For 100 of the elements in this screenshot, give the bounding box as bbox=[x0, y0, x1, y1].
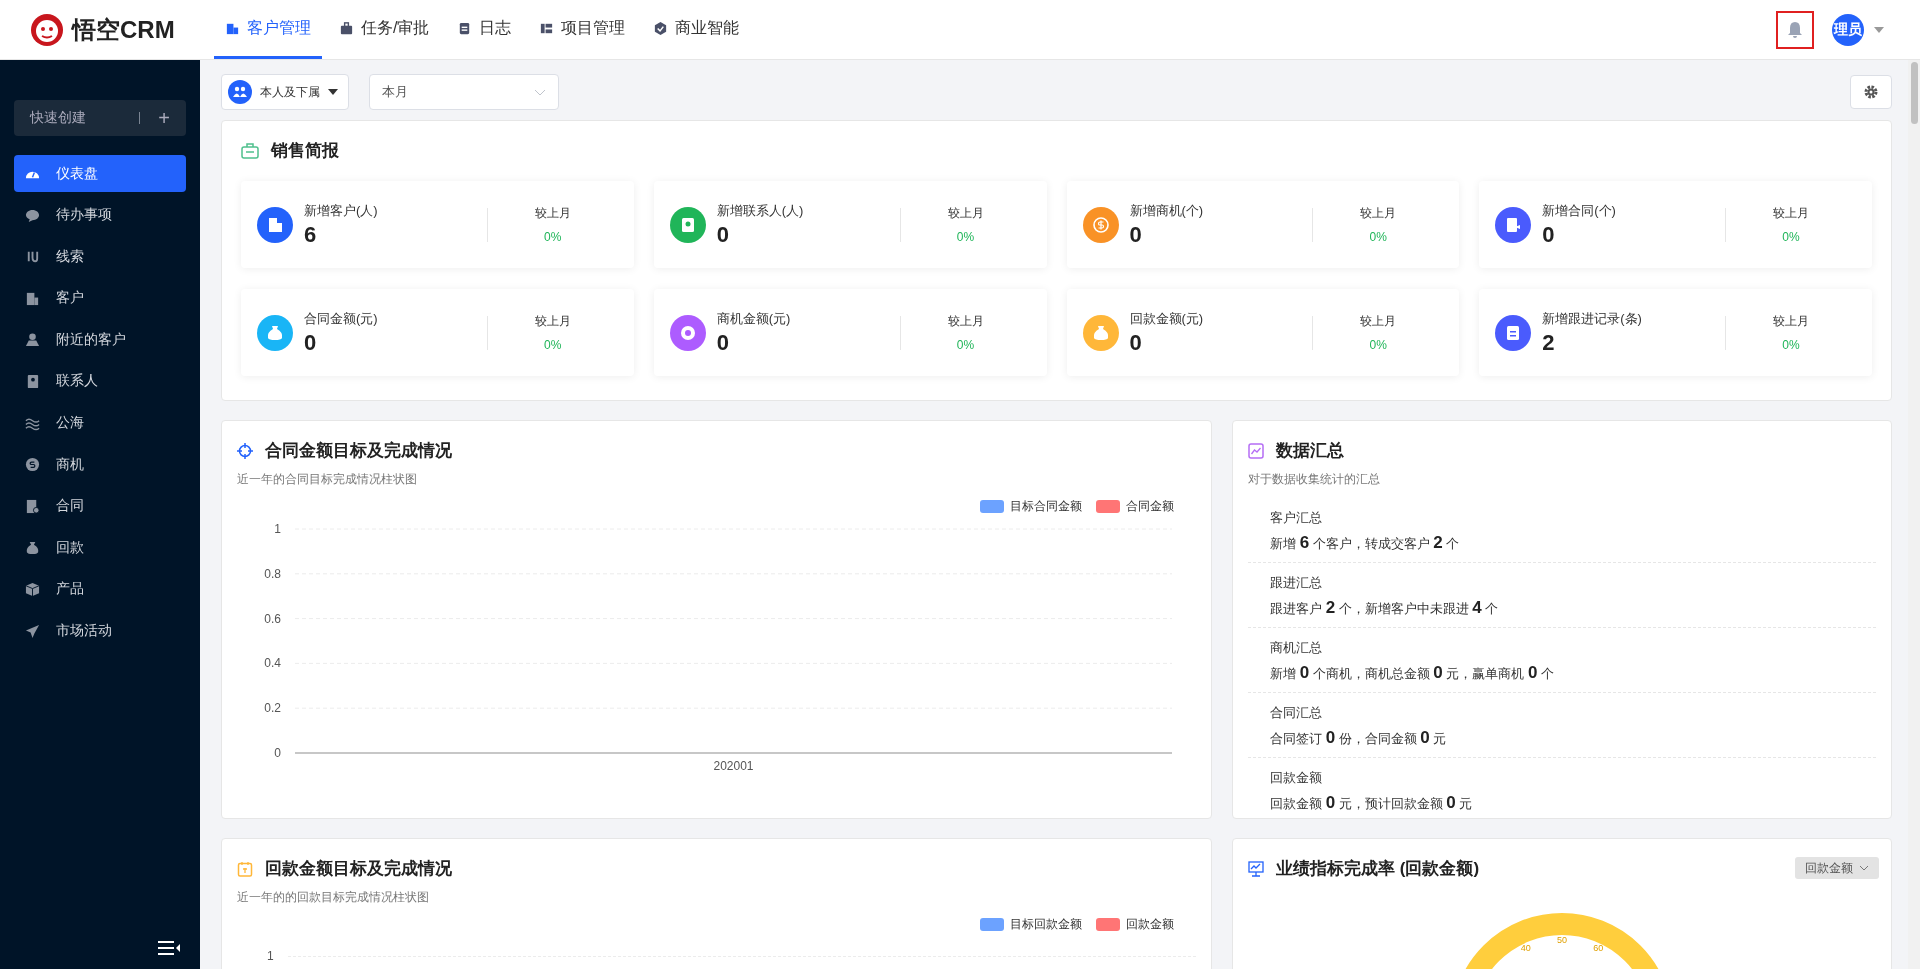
dollar-coin-icon bbox=[25, 457, 40, 473]
summary-text: 新增 0 个商机，商机总金额 0 元，赢单商机 0 个 bbox=[1270, 663, 1556, 683]
contact-book-icon bbox=[25, 373, 40, 389]
paper-plane-icon bbox=[25, 623, 40, 639]
period-select[interactable]: 本月 bbox=[369, 74, 559, 110]
line-chart-icon bbox=[1248, 442, 1264, 459]
chat-bubble-icon bbox=[25, 207, 40, 223]
logo-text: 悟空CRM bbox=[72, 14, 175, 45]
stat-label: 新增商机(个) bbox=[1129, 201, 1204, 220]
plus-label: + bbox=[158, 106, 170, 130]
compare-label: 较上月 bbox=[947, 205, 984, 222]
summary-heading: 跟进汇总 bbox=[1270, 574, 1323, 592]
sidebar-item[interactable]: 市场活动 bbox=[14, 612, 186, 650]
compare-label: 较上月 bbox=[947, 313, 984, 330]
nav-tab[interactable]: 商业智能 bbox=[642, 0, 751, 59]
x-tick-label: 202001 bbox=[713, 759, 754, 773]
legend-label: 目标合同金额 bbox=[1010, 498, 1082, 515]
section-title: 业绩指标完成率 (回款金额) bbox=[1276, 858, 1480, 880]
chart-subtitle: 近一年的合同目标完成情况柱状图 bbox=[237, 471, 418, 488]
chevron-down-icon bbox=[1859, 865, 1869, 871]
summary-text: 新增 6 个客户，转成交客户 2 个 bbox=[1270, 533, 1461, 553]
y-tick-label: 1 bbox=[267, 949, 274, 963]
y-tick-label: 0.6 bbox=[264, 611, 281, 626]
change-value: 0% bbox=[1369, 338, 1387, 352]
y-tick-label: 0.2 bbox=[264, 701, 281, 716]
change-value: 0% bbox=[544, 230, 562, 244]
menu-collapse-icon[interactable] bbox=[158, 941, 180, 955]
sidebar-item[interactable]: 合同 bbox=[14, 487, 186, 525]
sidebar-item[interactable]: 仪表盘 bbox=[14, 155, 186, 192]
sidebar-item[interactable]: 待办事项 bbox=[14, 196, 186, 234]
compare-label: 较上月 bbox=[1360, 205, 1397, 222]
quick-create-label: 快速创建 bbox=[30, 109, 86, 127]
section-title: 销售简报 bbox=[271, 140, 339, 162]
gauge-tick-label: 40 bbox=[1520, 943, 1531, 954]
stat-value: 2 bbox=[1542, 329, 1556, 356]
briefcase-icon bbox=[241, 142, 259, 159]
sidebar-item[interactable]: 附近的客户 bbox=[14, 321, 186, 359]
compare-label: 较上月 bbox=[534, 205, 571, 222]
legend-label: 合同金额 bbox=[1126, 498, 1174, 515]
stat-value: 0 bbox=[1129, 329, 1143, 356]
nav-tab[interactable]: 任务/审批 bbox=[328, 0, 441, 59]
calendar-icon bbox=[237, 860, 253, 877]
stat-label: 新增联系人(人) bbox=[716, 201, 804, 220]
briefcase-icon bbox=[339, 20, 354, 36]
stat-value: 0 bbox=[716, 329, 730, 356]
chevron-down-icon bbox=[534, 88, 546, 96]
summary-heading: 客户汇总 bbox=[1270, 509, 1323, 527]
sidebar-item[interactable]: 回款 bbox=[14, 529, 186, 567]
summary-text: 回款金额 0 元，预计回款金额 0 元 bbox=[1270, 793, 1474, 813]
y-tick-label: 1 bbox=[274, 522, 281, 536]
stat-value: 6 bbox=[304, 221, 318, 248]
nav-tab[interactable]: 客户管理 bbox=[214, 0, 322, 59]
people-icon bbox=[228, 80, 252, 104]
stat-value: 0 bbox=[1129, 221, 1143, 248]
stat-label: 新增跟进记录(条) bbox=[1542, 309, 1642, 328]
settings-button[interactable] bbox=[1850, 75, 1892, 109]
summary-heading: 商机汇总 bbox=[1270, 639, 1323, 657]
monitor-chart-icon bbox=[1248, 860, 1264, 877]
nav-tab[interactable]: 日志 bbox=[446, 0, 523, 59]
chart-title: 合同金额目标及完成情况 bbox=[265, 440, 452, 462]
stat-label: 回款金额(元) bbox=[1129, 309, 1204, 328]
summary-heading: 回款金额 bbox=[1270, 769, 1323, 787]
nav-tab[interactable]: 项目管理 bbox=[528, 0, 637, 59]
gauge-tick-label: 60 bbox=[1593, 943, 1604, 954]
quick-create-button[interactable]: 快速创建 + bbox=[14, 100, 186, 136]
scope-dropdown[interactable]: 本人及下属 bbox=[221, 74, 349, 110]
compare-label: 较上月 bbox=[534, 313, 571, 330]
sidebar-item[interactable]: 产品 bbox=[14, 570, 186, 608]
building-icon bbox=[25, 290, 40, 306]
stat-value: 0 bbox=[716, 221, 730, 248]
caret-icon bbox=[328, 89, 338, 95]
stat-value: 0 bbox=[304, 329, 318, 356]
change-value: 0% bbox=[544, 338, 562, 352]
stat-label: 新增合同(个) bbox=[1542, 201, 1616, 220]
metric-dropdown[interactable]: 回款金额 bbox=[1795, 857, 1879, 879]
section-subtitle: 对于数据收集统计的汇总 bbox=[1248, 471, 1381, 488]
compare-label: 较上月 bbox=[1773, 313, 1809, 330]
y-tick-label: 0.8 bbox=[264, 566, 281, 581]
summary-heading: 合同汇总 bbox=[1270, 704, 1323, 722]
sidebar-item[interactable]: 客户 bbox=[14, 279, 186, 317]
stat-value: 0 bbox=[1542, 221, 1556, 248]
gauge-tick-label: 50 bbox=[1557, 935, 1567, 945]
scrollbar[interactable] bbox=[1908, 60, 1920, 969]
chart-title: 回款金额目标及完成情况 bbox=[265, 858, 452, 880]
legend-label: 目标回款金额 bbox=[1010, 916, 1082, 933]
y-tick-label: 0.4 bbox=[264, 656, 281, 671]
caret-icon[interactable] bbox=[1874, 26, 1884, 33]
summary-text: 跟进客户 2 个，新增客户中未跟进 4 个 bbox=[1270, 598, 1500, 618]
stat-label: 商机金额(元) bbox=[716, 309, 791, 328]
change-value: 0% bbox=[1782, 230, 1800, 244]
target-icon bbox=[237, 442, 253, 459]
change-value: 0% bbox=[956, 230, 975, 244]
sidebar-item[interactable]: 联系人 bbox=[14, 362, 186, 400]
section-title: 数据汇总 bbox=[1276, 440, 1344, 462]
sidebar-item[interactable]: 线索 bbox=[14, 238, 186, 276]
bell-icon bbox=[1787, 20, 1803, 39]
sidebar-item[interactable]: 公海 bbox=[14, 404, 186, 442]
sidebar-item[interactable]: 商机 bbox=[14, 446, 186, 484]
notification-button[interactable] bbox=[1776, 10, 1814, 49]
user-avatar[interactable]: 理员 bbox=[1832, 13, 1864, 46]
